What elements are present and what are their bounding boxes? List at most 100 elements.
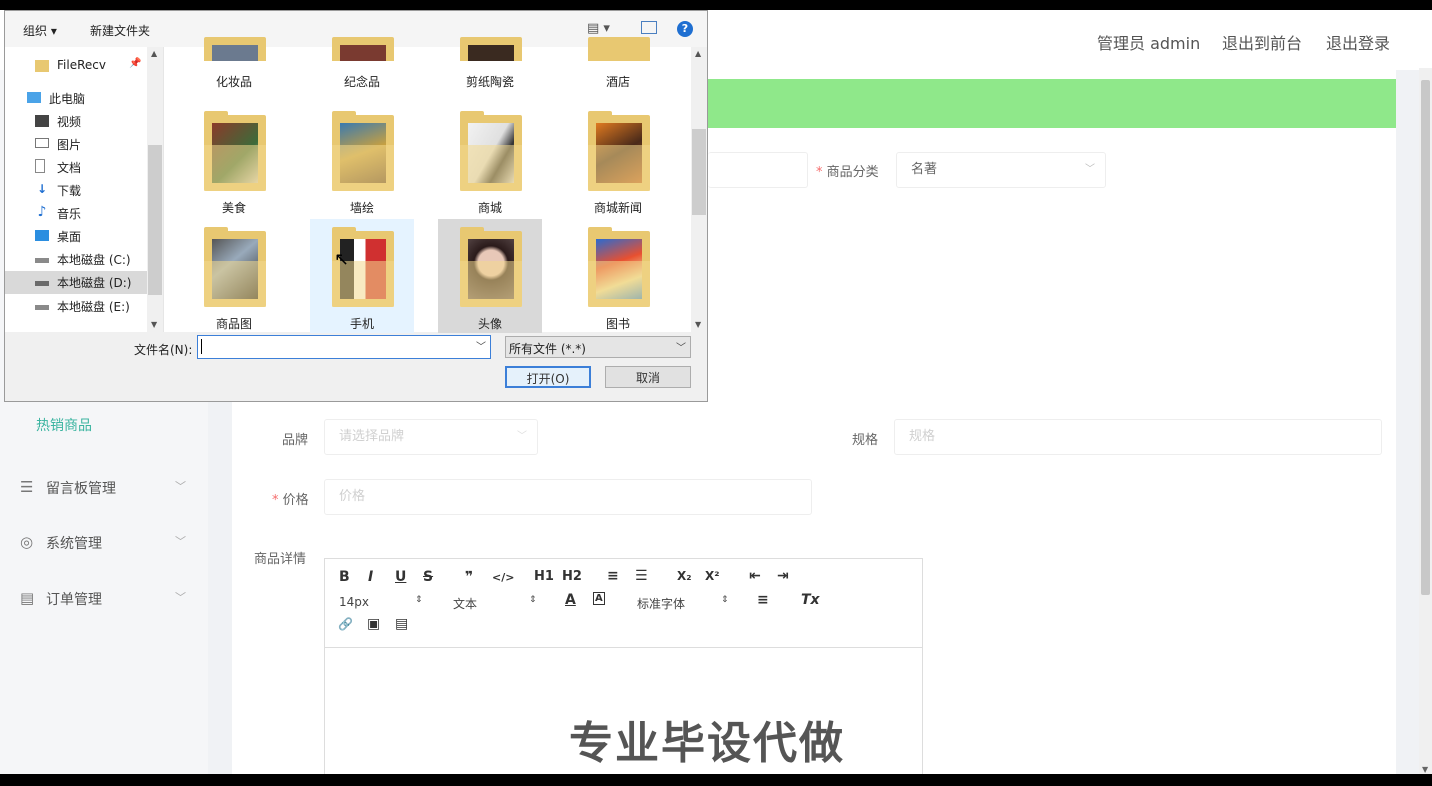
folder-icon bbox=[460, 37, 522, 61]
music-icon: ♪ bbox=[37, 204, 47, 220]
chevron-down-icon[interactable]: ﹀ bbox=[476, 338, 486, 353]
nav-item-drive-e[interactable]: 本地磁盘 (E:) bbox=[5, 295, 151, 318]
file-type-select[interactable]: 所有文件 (*.*) ﹀ bbox=[505, 336, 691, 358]
sidebar-item-hot-products[interactable]: 热销商品 bbox=[36, 415, 92, 435]
folder-tile-selected[interactable]: 手机 ↖ bbox=[310, 219, 414, 333]
folder-icon bbox=[332, 111, 394, 191]
image-button[interactable]: ▣ bbox=[367, 616, 380, 632]
scroll-up-arrow-icon[interactable]: ▲ bbox=[695, 49, 701, 58]
updown-icon: ⇕ bbox=[529, 595, 537, 605]
price-input[interactable]: 价格 bbox=[324, 479, 812, 515]
folder-tile[interactable]: 商城 bbox=[438, 107, 542, 221]
folder-tile[interactable]: 剪纸陶瓷 bbox=[438, 0, 542, 91]
file-open-dialog: 组织 ▾ 新建文件夹 ▤ ▾ ? FileRecv 📌 此电脑 视频 图片 文档… bbox=[4, 10, 708, 402]
chevron-down-icon: ﹀ bbox=[517, 431, 527, 442]
quote-button[interactable]: ❞ bbox=[465, 569, 473, 585]
superscript-button[interactable]: X² bbox=[705, 569, 720, 583]
outdent-button[interactable]: ⇤ bbox=[749, 568, 761, 584]
folder-tile[interactable]: 图书 bbox=[566, 219, 670, 333]
sidebar-item-label: 留言板管理 bbox=[46, 481, 116, 497]
file-list-scrollbar-thumb[interactable] bbox=[692, 129, 706, 215]
folder-tile[interactable]: 商城新闻 bbox=[566, 107, 670, 221]
strike-button[interactable]: S bbox=[423, 569, 433, 585]
indent-button[interactable]: ⇥ bbox=[777, 568, 789, 584]
folder-tile[interactable]: 美食 bbox=[182, 107, 286, 221]
nav-item-desktop[interactable]: 桌面 bbox=[5, 225, 151, 248]
clear-format-button[interactable]: Tx bbox=[801, 592, 820, 608]
folder-tile[interactable]: 商品图 bbox=[182, 219, 286, 333]
updown-icon: ⇕ bbox=[415, 595, 423, 605]
sidebar-item-guestbook[interactable]: ☰ 留言板管理 ﹀ bbox=[0, 468, 208, 508]
spec-input[interactable]: 规格 bbox=[894, 419, 1382, 455]
scroll-down-arrow-icon[interactable]: ▼ bbox=[151, 320, 157, 329]
clipboard-icon: ▤ bbox=[20, 589, 35, 607]
category-label: * 商品分类 bbox=[816, 165, 879, 180]
folder-tile[interactable]: 化妆品 bbox=[182, 0, 286, 91]
nav-item-downloads[interactable]: ↓ 下载 bbox=[5, 179, 151, 202]
subscript-button[interactable]: X₂ bbox=[677, 569, 692, 583]
brand-select[interactable]: 请选择品牌 ﹀ bbox=[324, 419, 538, 455]
computer-icon bbox=[27, 92, 41, 103]
file-list-scrollbar[interactable]: ▲ ▼ bbox=[691, 47, 707, 332]
nav-item-music[interactable]: ♪ 音乐 bbox=[5, 202, 151, 225]
nav-item-pictures[interactable]: 图片 bbox=[5, 133, 151, 156]
nav-item-drive-d[interactable]: 本地磁盘 (D:) bbox=[5, 271, 151, 294]
folder-icon bbox=[588, 37, 650, 61]
exit-to-front-link[interactable]: 退出到前台 bbox=[1222, 30, 1302, 54]
navigation-pane: FileRecv 📌 此电脑 视频 图片 文档 ↓ 下载 ♪ 音乐 桌面 本地磁… bbox=[5, 47, 163, 332]
drive-icon bbox=[35, 258, 49, 263]
chevron-down-icon: ﹀ bbox=[1085, 164, 1095, 175]
nav-item-filerecv[interactable]: FileRecv 📌 bbox=[5, 55, 151, 78]
heading-select[interactable]: 文本 ⇕ bbox=[453, 595, 537, 612]
name-input[interactable] bbox=[708, 152, 808, 188]
chevron-down-icon: ﹀ bbox=[175, 480, 186, 493]
background-color-button[interactable]: A bbox=[593, 592, 605, 605]
nav-item-videos[interactable]: 视频 bbox=[5, 110, 151, 133]
desktop-icon bbox=[35, 230, 49, 241]
nav-scrollbar[interactable]: ▲ ▼ bbox=[147, 47, 163, 332]
font-family-select[interactable]: 标准字体 ⇕ bbox=[637, 595, 729, 612]
nav-scrollbar-thumb[interactable] bbox=[148, 145, 162, 295]
underline-button[interactable]: U bbox=[395, 569, 406, 585]
picture-icon bbox=[35, 138, 49, 148]
open-button[interactable]: 打开(O) bbox=[505, 366, 591, 388]
scroll-up-arrow-icon[interactable]: ▲ bbox=[151, 49, 157, 58]
folder-icon bbox=[204, 227, 266, 307]
logout-link[interactable]: 退出登录 bbox=[1326, 30, 1390, 54]
rich-text-editor[interactable]: B I U S ❞ </> H1 H2 ≡ ☰ X₂ X² ⇤ ⇥ 14px ⇕ … bbox=[324, 558, 923, 774]
folder-tile[interactable]: 墙绘 bbox=[310, 107, 414, 221]
bold-button[interactable]: B bbox=[339, 569, 350, 585]
organize-button[interactable]: 组织 ▾ bbox=[23, 22, 57, 39]
font-size-select[interactable]: 14px ⇕ bbox=[339, 595, 423, 609]
filename-input[interactable]: ﹀ bbox=[197, 335, 491, 359]
font-color-button[interactable]: A bbox=[565, 592, 576, 608]
h2-button[interactable]: H2 bbox=[562, 569, 582, 584]
cancel-button[interactable]: 取消 bbox=[605, 366, 691, 388]
sidebar-item-orders[interactable]: ▤ 订单管理 ﹀ bbox=[0, 579, 208, 619]
ordered-list-button[interactable]: ≡ bbox=[607, 568, 619, 584]
bullet-list-button[interactable]: ☰ bbox=[635, 568, 648, 584]
help-icon[interactable]: ? bbox=[677, 21, 693, 37]
folder-tile[interactable]: 酒店 bbox=[566, 0, 670, 91]
nav-item-drive-c[interactable]: 本地磁盘 (C:) bbox=[5, 248, 151, 271]
scroll-down-arrow-icon[interactable]: ▼ bbox=[1422, 765, 1428, 774]
code-button[interactable]: </> bbox=[492, 571, 514, 584]
h1-button[interactable]: H1 bbox=[534, 569, 554, 584]
folder-icon bbox=[332, 37, 394, 61]
new-folder-button[interactable]: 新建文件夹 bbox=[90, 22, 150, 39]
pin-icon: 📌 bbox=[129, 58, 142, 69]
scroll-down-arrow-icon[interactable]: ▼ bbox=[695, 320, 701, 329]
sidebar-item-system[interactable]: ◎ 系统管理 ﹀ bbox=[0, 523, 208, 563]
align-button[interactable]: ≡ bbox=[757, 592, 769, 608]
folder-tile[interactable]: 纪念品 bbox=[310, 0, 414, 91]
drive-icon bbox=[35, 305, 49, 310]
nav-item-this-pc[interactable]: 此电脑 bbox=[0, 87, 143, 110]
folder-tile-hover[interactable]: 头像 bbox=[438, 219, 542, 333]
category-select[interactable]: 名著 ﹀ bbox=[896, 152, 1106, 188]
video-button[interactable]: ▤ bbox=[395, 616, 408, 632]
breadcrumb-bar bbox=[680, 79, 1396, 128]
page-scrollbar-thumb[interactable] bbox=[1421, 80, 1430, 595]
italic-button[interactable]: I bbox=[368, 569, 373, 585]
nav-item-documents[interactable]: 文档 bbox=[5, 156, 151, 179]
link-button[interactable]: 🔗 bbox=[338, 617, 353, 631]
